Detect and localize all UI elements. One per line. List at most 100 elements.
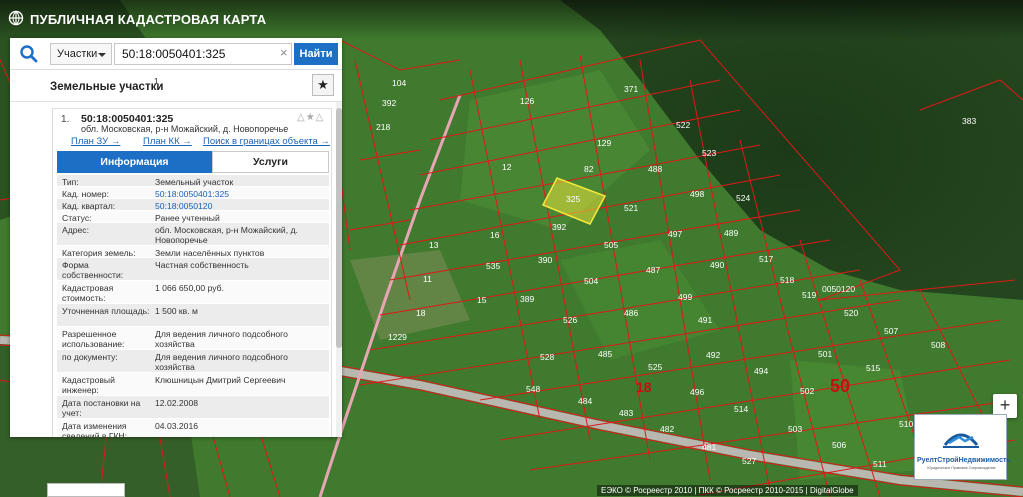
parcel-label: 535 — [486, 261, 500, 271]
parcel-label: 126 — [520, 96, 534, 106]
parcel-label: 548 — [526, 384, 540, 394]
info-row-value: 1 066 650,00 руб. — [155, 283, 224, 293]
chevron-down-icon — [98, 53, 106, 57]
parcel-label: 528 — [540, 352, 554, 362]
info-row-key: Дата изменения сведений в ГКН: — [62, 421, 128, 437]
parcel-label: 514 — [734, 404, 748, 414]
result-index: 1. — [61, 114, 70, 125]
quarter-number-18: 18 — [636, 379, 652, 395]
parcel-label: 218 — [376, 122, 390, 132]
info-row-value: 12.02.2008 — [155, 398, 199, 408]
parcel-label: 498 — [690, 189, 704, 199]
panel-scrollbar[interactable] — [336, 102, 342, 437]
parcel-label: 483 — [619, 408, 633, 418]
info-row-key: Статус: — [62, 213, 92, 223]
info-row: Адрес: обл. Московская, р-н Можайский, д.… — [57, 223, 329, 246]
parcel-label: 482 — [660, 424, 674, 434]
search-panel: Участки 50:18:0050401:325 × Найти Земель… — [10, 38, 342, 437]
parcel-label: 511 — [873, 459, 887, 469]
info-row-key: Кад. номер: — [62, 189, 109, 199]
parcel-label: 503 — [788, 424, 802, 434]
info-row-link[interactable]: 50:18:0050401:325 — [155, 189, 327, 199]
info-row: Тип: Земельный участок — [57, 175, 329, 187]
parcel-label: 523 — [702, 148, 716, 158]
parcel-label: 527 — [742, 456, 756, 466]
info-row-value: 1 500 кв. м — [155, 306, 198, 316]
info-row-key: Дата постановки на учет: — [62, 398, 141, 418]
parcel-label: 502 — [800, 386, 814, 396]
info-row-value: Земли населённых пунктов — [155, 248, 265, 258]
parcel-label: 522 — [676, 120, 690, 130]
handshake-icon — [943, 433, 979, 448]
info-row: Кад. номер: 50:18:0050401:325 — [57, 187, 329, 199]
info-row: Кадастровая стоимость: 1 066 650,00 руб. — [57, 281, 329, 304]
quarter-number-50: 50 — [830, 376, 850, 396]
parcel-label: 485 — [598, 349, 612, 359]
map-attribution: ЕЭКО © Росреестр 2010 | ПКК © Росреестр … — [597, 485, 858, 496]
layer-selector[interactable] — [47, 483, 125, 497]
search-input[interactable]: 50:18:0050401:325 — [114, 43, 292, 65]
app-title: ПУБЛИЧНАЯ КАДАСТРОВАЯ КАРТА — [30, 12, 267, 27]
parcel-label: 524 — [736, 193, 750, 203]
parcel-label: 520 — [844, 308, 858, 318]
find-button[interactable]: Найти — [294, 43, 338, 65]
info-row-value: обл. Московская, р-н Можайский, д. Новоп… — [155, 225, 298, 245]
info-row-key: Уточненная площадь: — [62, 306, 150, 316]
parcel-label: 129 — [597, 138, 611, 148]
parcel-label: 486 — [624, 308, 638, 318]
parcel-label: 491 — [698, 315, 712, 325]
parcel-label: 488 — [648, 164, 662, 174]
quarter-label: 0050120 — [822, 284, 855, 294]
search-icon[interactable] — [16, 42, 42, 66]
plan-kk-link[interactable]: План КК → — [143, 136, 192, 147]
info-row-key: Кад. квартал: — [62, 201, 116, 211]
tab-services[interactable]: Услуги — [212, 151, 329, 173]
clear-icon[interactable]: × — [280, 46, 288, 60]
info-row-value: Для ведения личного подсобного хозяйства — [155, 352, 288, 372]
parcel-label: 494 — [754, 366, 768, 376]
search-in-bounds-link[interactable]: Поиск в границах объекта → — [203, 136, 330, 147]
parcel-label: 15 — [477, 295, 487, 305]
parcel-label: 489 — [724, 228, 738, 238]
parcel-label: 12 — [502, 162, 512, 172]
info-row-key: Кадастровый инженер: — [62, 375, 115, 395]
info-row: Кад. квартал: 50:18:0050120 — [57, 199, 329, 211]
info-row-key: Разрешенное использование: — [62, 329, 125, 349]
info-row-value: 04.03.2016 — [155, 421, 199, 431]
favorites-star-icon[interactable]: ★ — [312, 74, 334, 96]
info-row-key: Адрес: — [62, 225, 89, 235]
parcel-label: 1229 — [388, 332, 407, 342]
parcel-label: 481 — [702, 442, 716, 452]
parcel-label: 510 — [899, 419, 913, 429]
parcel-label: 526 — [563, 315, 577, 325]
parcel-label: 499 — [678, 292, 692, 302]
parcel-label: 82 — [584, 164, 594, 174]
result-tools-icon[interactable]: △★△ — [297, 112, 324, 123]
title-bar: ПУБЛИЧНАЯ КАДАСТРОВАЯ КАРТА — [0, 0, 1023, 40]
parcel-label: 508 — [931, 340, 945, 350]
info-row-value: Для ведения личного подсобного хозяйства — [155, 329, 288, 349]
plan-zu-link[interactable]: План ЗУ → — [71, 136, 120, 147]
result-card: 1. 50:18:0050401:325 обл. Московская, р-… — [52, 108, 332, 437]
parcel-label: 496 — [690, 387, 704, 397]
object-type-value: Участки — [57, 48, 98, 60]
object-type-select[interactable]: Участки — [50, 43, 112, 65]
info-row: Статус: Ранее учтенный — [57, 211, 329, 223]
parcel-label: 501 — [818, 349, 832, 359]
results-title: Земельные участки — [50, 81, 164, 93]
info-row: Форма собственности: Частная собственност… — [57, 258, 329, 281]
parcel-label: 519 — [802, 290, 816, 300]
scrollbar-thumb[interactable] — [336, 108, 342, 348]
info-row: Кадастровый инженер: Клюшницын Дмитрий Се… — [57, 373, 329, 396]
parcel-label: 490 — [710, 260, 724, 270]
parcel-label: 11 — [423, 274, 432, 284]
parcel-label: 518 — [780, 275, 794, 285]
parcel-label: 492 — [706, 350, 720, 360]
parcel-label: 371 — [624, 84, 638, 94]
tab-information[interactable]: Информация — [57, 151, 212, 173]
brand-tagline: Юридическое Правовое Сопровождение — [927, 466, 996, 470]
info-row-link[interactable]: 50:18:0050120 — [155, 201, 327, 211]
parcel-label: 497 — [668, 229, 682, 239]
parcel-label: 16 — [490, 230, 500, 240]
parcel-label: 325 — [566, 194, 580, 204]
